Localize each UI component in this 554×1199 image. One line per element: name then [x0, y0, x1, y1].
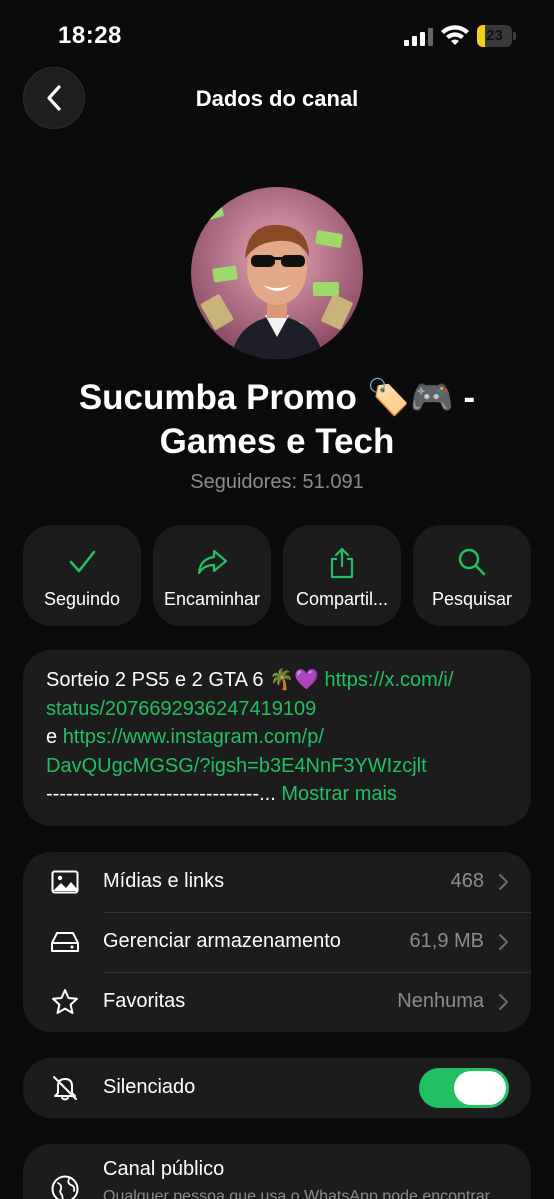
chevron-right-icon [499, 994, 508, 1010]
forward-label: Encaminhar [163, 589, 261, 609]
forward-arrow-icon [197, 549, 228, 575]
following-button[interactable]: Seguindo [23, 525, 141, 626]
battery-level: 23 [486, 27, 503, 44]
chevron-right-icon [499, 934, 508, 950]
manage-storage-row[interactable]: Gerenciar armazenamento 61,9 MB [23, 912, 531, 972]
x-link-continued[interactable]: status/2076692936247419109 [46, 698, 316, 720]
description-text-1: Sorteio 2 PS5 e 2 GTA 6 🌴💜 [46, 669, 325, 691]
checkmark-icon [69, 550, 96, 573]
x-link[interactable]: https://x.com/i/ [324, 669, 453, 691]
action-buttons: Seguindo Encaminhar Compartil... Pesquis… [23, 525, 531, 626]
share-label: Compartil... [295, 589, 389, 609]
mute-label: Silenciado [103, 1076, 196, 1098]
share-icon [330, 547, 354, 579]
channel-description: Sorteio 2 PS5 e 2 GTA 6 🌴💜 https://x.com… [23, 650, 531, 826]
description-text-3: e [46, 726, 63, 748]
page-title: Dados do canal [195, 86, 359, 111]
bell-off-icon [53, 1076, 77, 1101]
channel-avatar[interactable] [191, 187, 363, 359]
favorites-value: Nenhuma [397, 990, 484, 1012]
description-line-1: Sorteio 2 PS5 e 2 GTA 6 🌴💜 https://x.com… [46, 666, 507, 695]
description-line-2: status/2076692936247419109 [46, 695, 507, 724]
forward-button[interactable]: Encaminhar [153, 525, 271, 626]
description-line-5: --------------------------------... Most… [46, 780, 507, 809]
description-line-4: DavQUgcMGSG/?igsh=b3E4NnF3YWIzcjlt [46, 752, 507, 781]
channel-name-line2: Games e Tech [159, 422, 395, 461]
globe-icon [51, 1175, 79, 1199]
description-line-3: e https://www.instagram.com/p/ [46, 723, 507, 752]
media-links-count: 468 [450, 870, 484, 892]
media-links-row[interactable]: Mídias e links 468 [23, 852, 531, 912]
channel-name-line1: Sucumba Promo 🏷️🎮 - [78, 378, 476, 417]
public-channel-title: Canal público [103, 1158, 225, 1180]
followers-count: Seguidores: 51.091 [190, 471, 364, 493]
cellular-signal-icon [404, 28, 434, 46]
status-bar: 18:28 23 [0, 0, 554, 70]
manage-storage-label: Gerenciar armazenamento [103, 930, 341, 952]
following-label: Seguindo [43, 589, 121, 609]
favorites-label: Favoritas [103, 990, 186, 1012]
star-icon [52, 989, 78, 1014]
media-links-label: Mídias e links [103, 870, 225, 892]
public-channel-subtitle: Qualquer pessoa que usa o WhatsApp pode … [103, 1188, 490, 1199]
instagram-link-continued[interactable]: DavQUgcMGSG/?igsh=b3E4NnF3YWIzcjlt [46, 755, 427, 777]
search-button[interactable]: Pesquisar [413, 525, 531, 626]
channel-name: Sucumba Promo 🏷️🎮 - Games e Tech [20, 376, 534, 464]
search-label: Pesquisar [431, 589, 513, 609]
image-icon [51, 870, 79, 894]
share-button[interactable]: Compartil... [283, 525, 401, 626]
description-dashes: --------------------------------... [46, 783, 276, 805]
mute-row: Silenciado [23, 1058, 531, 1118]
chevron-right-icon [499, 874, 508, 890]
mute-toggle[interactable] [419, 1068, 509, 1108]
storage-size: 61,9 MB [409, 930, 484, 952]
show-more-link[interactable]: Mostrar mais [276, 783, 397, 805]
status-time: 18:28 [58, 22, 122, 49]
favorites-row[interactable]: Favoritas Nenhuma [23, 972, 531, 1032]
storage-icon [51, 932, 79, 952]
public-channel-row[interactable]: Canal público Qualquer pessoa que usa o … [23, 1144, 531, 1199]
wifi-icon [441, 25, 469, 45]
channel-info-list: Mídias e links 468 Gerenciar armazenamen… [23, 852, 531, 1032]
battery-icon: 23 [477, 25, 517, 47]
instagram-link[interactable]: https://www.instagram.com/p/ [63, 726, 324, 748]
search-icon [458, 548, 486, 576]
